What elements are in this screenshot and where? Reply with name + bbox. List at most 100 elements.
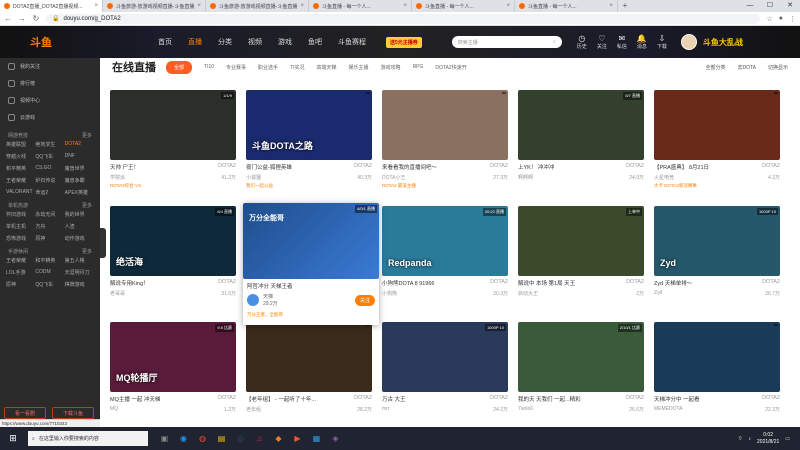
chrome-icon[interactable]: ◍ bbox=[194, 430, 211, 447]
stream-thumbnail[interactable] bbox=[382, 90, 508, 160]
stream-title[interactable]: 【PRA盛典】 8月21日 bbox=[654, 163, 709, 171]
task-view-icon[interactable]: ▣ bbox=[156, 430, 173, 447]
header-banner[interactable]: 斗鱼大乱战 bbox=[703, 37, 743, 48]
back-icon[interactable]: ← bbox=[4, 14, 12, 23]
sidebar-game[interactable]: VALORANT bbox=[6, 189, 35, 196]
sidebar-game[interactable]: DOTA2 bbox=[65, 141, 94, 148]
filter-pro-players[interactable]: 职业选手 bbox=[258, 64, 278, 71]
streamer-name[interactable]: 啊啊啊 bbox=[518, 174, 533, 181]
sidebar-game[interactable]: 天涯明月刀 bbox=[65, 269, 94, 276]
stream-category[interactable]: DOTA2 bbox=[762, 163, 780, 171]
sidebar-game[interactable]: 原神 bbox=[35, 235, 64, 242]
nav-schedule[interactable]: 斗鱼赛程 bbox=[330, 37, 374, 47]
sidebar-item-rank[interactable]: 排行榜 bbox=[0, 75, 100, 92]
stream-card[interactable]: 1/1/9 天帅 尸王！ DOTA2 学院派 41.2万 DOTA2综合·VS bbox=[110, 90, 236, 206]
maximize-button[interactable]: ☐ bbox=[760, 0, 780, 12]
stream-title[interactable]: 万古 大王 bbox=[382, 395, 406, 403]
stream-card-hover[interactable]: 4/0/1 直播 万分全能哥 阿哲冲分 天梯王者 天梯 29.2万 关注 万分王… bbox=[243, 203, 379, 325]
sidebar-game[interactable]: 英雄联盟 bbox=[6, 141, 35, 148]
streamer-name[interactable]: 老哥哥 bbox=[110, 290, 125, 297]
files-icon[interactable]: ▤ bbox=[213, 430, 230, 447]
music-icon[interactable]: ♫ bbox=[251, 430, 268, 447]
sidebar-game[interactable]: 穿越火线 bbox=[6, 153, 35, 160]
filter-ti-live[interactable]: TI实况 bbox=[290, 64, 304, 71]
sidebar-game[interactable]: QQ飞车 bbox=[35, 153, 64, 160]
stream-title[interactable]: 天帅 尸王！ bbox=[110, 163, 139, 171]
store-icon[interactable]: ▦ bbox=[308, 430, 325, 447]
sidebar-game[interactable]: APEX英雄 bbox=[65, 189, 94, 196]
stream-thumbnail[interactable]: 上单中 bbox=[518, 206, 644, 276]
messages-button[interactable]: ✉ 私信 bbox=[617, 34, 627, 50]
stream-category[interactable]: DOTA2 bbox=[490, 163, 508, 171]
network-icon[interactable]: ⌔ bbox=[738, 436, 743, 442]
stream-card[interactable]: 天梯冲分中 一起看 DOTA2 MEMEDOTA 22.3万 bbox=[654, 322, 780, 427]
more-link[interactable]: 更多 bbox=[82, 202, 92, 209]
sidebar-item-follow[interactable]: 我的关注 bbox=[0, 58, 100, 75]
sidebar-game[interactable]: 和平精英 bbox=[35, 257, 64, 264]
sidebar-game[interactable]: 命运2 bbox=[35, 189, 64, 196]
notifications-button[interactable]: 🔔 消息 bbox=[637, 34, 647, 50]
stream-thumbnail[interactable]: 9.5 比赛 MQ轮播厅 bbox=[110, 322, 236, 392]
sidebar-game[interactable]: 人渣 bbox=[65, 223, 94, 230]
stream-thumbnail[interactable]: 4/0/1 直播 万分全能哥 bbox=[243, 203, 379, 279]
stream-card[interactable]: 来看看我的直播间吧～ DOTA2 DOTA小王 27.3万 DOTA2 最美主播 bbox=[382, 90, 508, 206]
stream-thumbnail[interactable]: 1000P 10 bbox=[382, 322, 508, 392]
stream-card[interactable]: 2/10/1 比赛 我的天 天我们 一起...精彩 DOTA2 7anlo6 2… bbox=[518, 322, 644, 427]
more-link[interactable]: 更多 bbox=[82, 132, 92, 139]
close-tab-icon[interactable]: × bbox=[506, 3, 510, 9]
stream-thumbnail[interactable] bbox=[654, 322, 780, 392]
stream-thumbnail[interactable]: 20:22 直播 Redpanda bbox=[382, 206, 508, 276]
nav-live[interactable]: 直播 bbox=[180, 37, 210, 47]
media-icon[interactable]: ▶ bbox=[289, 430, 306, 447]
browser-tab[interactable]: 斗鱼直播 - 每一个人... × bbox=[309, 0, 412, 12]
filter-entertainment[interactable]: 娱乐主播 bbox=[349, 64, 369, 71]
filter-rpg[interactable]: RPG bbox=[413, 64, 424, 70]
sidebar-game[interactable]: 绝地求生 bbox=[35, 141, 64, 148]
stream-card[interactable]: 6/4 直播 绝活海 解说专用King！ DOTA2 老哥哥 31.6万 bbox=[110, 206, 236, 322]
search-icon[interactable]: ⌕ bbox=[553, 39, 556, 45]
sidebar-item-video[interactable]: 视频中心 bbox=[0, 92, 100, 109]
stream-thumbnail[interactable]: 斗鱼DOTA之路 bbox=[246, 90, 372, 160]
stream-category[interactable]: DOTA2 bbox=[762, 395, 780, 403]
streamer-name[interactable]: 学院派 bbox=[110, 174, 125, 181]
stream-category[interactable]: DOTA2 bbox=[490, 395, 508, 403]
filter-all[interactable]: 全部 bbox=[166, 60, 193, 74]
stream-thumbnail[interactable]: 1000P 10 Zyd bbox=[654, 206, 780, 276]
sidebar-item-cloud-game[interactable]: 云游戏 bbox=[0, 109, 100, 126]
watch-drama-button[interactable]: 看一看剧 bbox=[4, 407, 46, 419]
stream-thumbnail[interactable]: 1/1/9 bbox=[110, 90, 236, 160]
stream-card[interactable]: 20:22 直播 Redpanda 小狗熊DOTA 8 91966 DOTA2 … bbox=[382, 206, 508, 322]
stream-card[interactable]: 上单中 解说中 本场 第1局 天王 DOTA2 启动大王 2万 bbox=[518, 206, 644, 322]
all-categories-link[interactable]: 全部分类 bbox=[705, 64, 725, 71]
stream-title[interactable]: 天梯冲分中 一起看 bbox=[654, 395, 700, 403]
stream-category[interactable]: DOTA2 bbox=[626, 395, 644, 403]
stream-thumbnail[interactable] bbox=[246, 322, 372, 392]
stream-title[interactable]: 来看看我的直播间吧～ bbox=[382, 163, 437, 171]
stream-title[interactable]: 解说中 本场 第1局 天王 bbox=[518, 279, 575, 287]
stream-category[interactable]: DOTA2 bbox=[218, 279, 236, 287]
streamer-name[interactable]: 火星电竞 bbox=[654, 174, 674, 181]
close-tab-icon[interactable]: × bbox=[403, 3, 407, 9]
notification-center-icon[interactable]: ▭ bbox=[785, 436, 790, 442]
streamer-name[interactable]: DOTA小王 bbox=[382, 174, 406, 181]
sidebar-game[interactable]: 单机主机 bbox=[6, 223, 35, 230]
close-tab-icon[interactable]: × bbox=[609, 3, 613, 9]
browser-tab[interactable]: 斗鱼直播 - 每一个人... × bbox=[515, 0, 618, 12]
stream-category[interactable]: DOTA2 bbox=[762, 279, 780, 287]
download-app-button[interactable]: 下载斗鱼 bbox=[52, 407, 94, 419]
filter-ti10[interactable]: TI10 bbox=[204, 64, 214, 70]
minimize-button[interactable]: — bbox=[740, 0, 760, 12]
steam-icon[interactable]: ◎ bbox=[232, 430, 249, 447]
sidebar-game[interactable]: 和平精英 bbox=[6, 165, 35, 172]
logo[interactable]: 斗鱼 bbox=[0, 26, 140, 58]
filter-quick-start[interactable]: DOTA2快速开 bbox=[435, 64, 466, 71]
sidebar-game[interactable]: CS:GO bbox=[35, 165, 64, 172]
filter-high-ladder[interactable]: 高端天梯 bbox=[317, 64, 337, 71]
browser-tab[interactable]: 斗鱼旅游-放游戏视频直播-斗鱼直播 × bbox=[206, 0, 309, 12]
url-input[interactable]: 🔒 douyu.com/g_DOTA2 bbox=[46, 13, 761, 24]
nav-games[interactable]: 游戏 bbox=[270, 37, 300, 47]
streamer-name[interactable]: mrr bbox=[382, 406, 390, 413]
avatar[interactable] bbox=[680, 34, 697, 50]
filter-guides[interactable]: 游戏攻略 bbox=[381, 64, 401, 71]
stream-title[interactable]: Zyd 天梯单排～ bbox=[654, 279, 692, 287]
